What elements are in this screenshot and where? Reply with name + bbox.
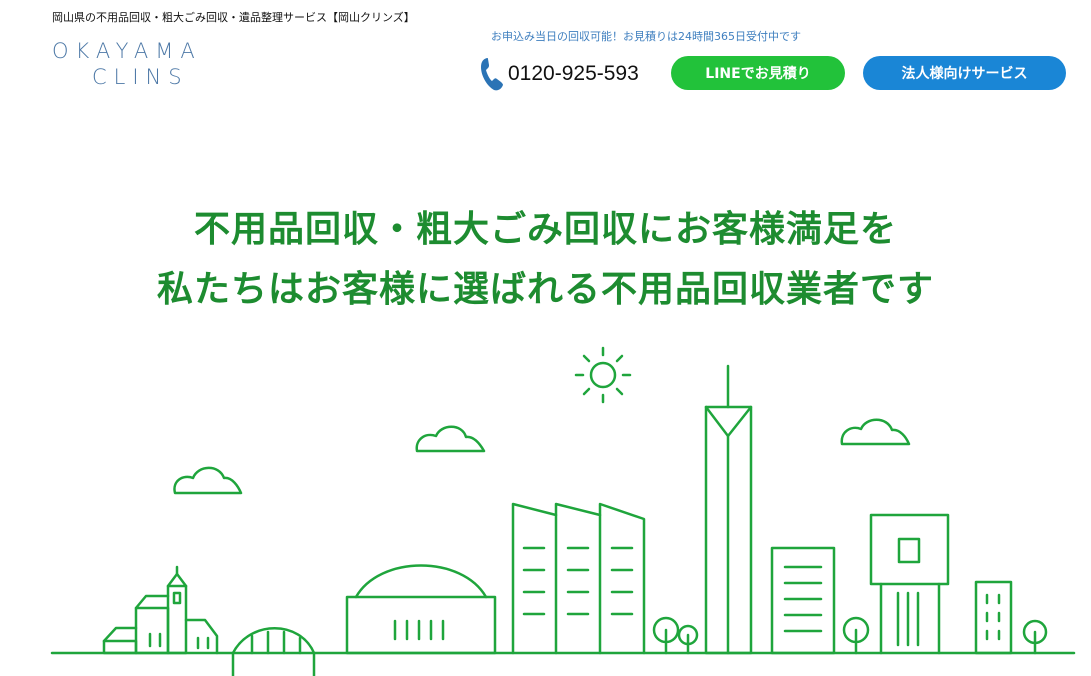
tree-icon [842, 616, 870, 655]
sun-icon [574, 346, 632, 404]
phone-link[interactable]: 0120-925-593 [478, 56, 639, 92]
tall-tower [704, 364, 753, 655]
dome-building [345, 564, 497, 655]
headline-line-1: 不用品回収・粗大ごみ回収にお客様満足を [193, 209, 897, 250]
city-skyline-illustration [50, 346, 1076, 676]
tree-icon [1022, 619, 1048, 655]
line-estimate-button[interactable]: LINEでお見積り [671, 56, 845, 90]
site-logo[interactable]: OKAYAMA CLINS [52, 38, 252, 90]
service-notice: お申込み当日の回収可能！お見積りは24時間365日受付中です [491, 30, 801, 43]
cloud-icon [840, 418, 911, 446]
hero-headline: 不用品回収・粗大ごみ回収にお客様満足を 私たちはお客様に選ばれる不用品回収業者で… [0, 200, 1091, 320]
page: 岡山県の不用品回収・粗大ごみ回収・遺品整理サービス【岡山クリンズ】 OKAYAM… [0, 0, 1091, 676]
small-building [974, 580, 1013, 655]
site-tagline: 岡山県の不用品回収・粗大ごみ回収・遺品整理サービス【岡山クリンズ】 [52, 11, 415, 24]
logo-text-okayama: OKAYAMA [52, 39, 202, 63]
corporate-service-button[interactable]: 法人様向けサービス [863, 56, 1066, 90]
phone-icon [481, 58, 503, 91]
cloud-icon [415, 425, 486, 453]
tree-icon [652, 616, 699, 655]
church-building [102, 565, 219, 655]
logo-text-clins: CLINS [92, 65, 189, 89]
cloud-icon [173, 466, 243, 495]
phone-number: 0120-925-593 [508, 62, 639, 85]
office-building [770, 546, 836, 655]
cube-building [869, 513, 950, 655]
slanted-towers [511, 502, 646, 655]
headline-line-2: 私たちはお客様に選ばれる不用品回収業者です [156, 269, 934, 310]
